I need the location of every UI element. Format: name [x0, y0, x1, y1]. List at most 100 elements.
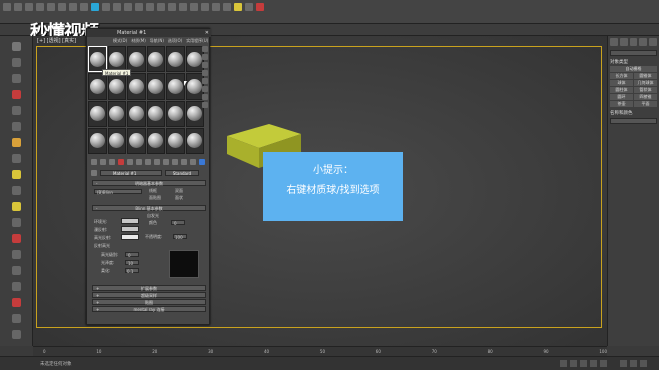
material-slot[interactable]	[107, 73, 126, 100]
pyramid-button[interactable]: 四棱锥	[634, 94, 657, 100]
shape-tool-icon[interactable]	[12, 74, 21, 83]
material-slot[interactable]	[146, 73, 165, 100]
shader-dropdown[interactable]: (B)Blinn	[94, 189, 142, 195]
region-select-icon[interactable]	[80, 3, 88, 11]
play-icon[interactable]	[580, 360, 587, 367]
tube-button[interactable]: 管状体	[634, 87, 657, 93]
sphere-button[interactable]: 球体	[610, 80, 633, 86]
redo-icon[interactable]	[14, 3, 22, 11]
soften-spinner[interactable]: 0.1	[125, 268, 139, 274]
glossiness-spinner[interactable]: 10	[125, 260, 139, 266]
create-tab-icon[interactable]	[610, 38, 618, 46]
render-tool-icon[interactable]	[12, 314, 21, 323]
select-by-material-icon[interactable]	[202, 102, 208, 108]
material-slot[interactable]	[107, 127, 126, 154]
material-slot[interactable]	[127, 100, 146, 127]
material-slot[interactable]	[88, 100, 107, 127]
video-check-icon[interactable]	[202, 78, 208, 84]
sample-type-icon[interactable]	[202, 46, 208, 52]
motion-tool-icon[interactable]	[12, 250, 21, 259]
percent-snap-icon[interactable]	[168, 3, 176, 11]
assign-material-icon[interactable]	[109, 159, 115, 165]
go-start-icon[interactable]	[560, 360, 567, 367]
faceted-checkbox[interactable]: 面状	[175, 195, 183, 201]
name-color-section[interactable]: 名称和颜色	[610, 110, 657, 116]
go-to-parent-icon[interactable]	[181, 159, 187, 165]
modify-tab-icon[interactable]	[619, 38, 628, 46]
auto-grid-checkbox[interactable]: 自动栅格	[610, 66, 657, 72]
prev-frame-icon[interactable]	[570, 360, 577, 367]
specular-color-swatch[interactable]	[121, 234, 139, 240]
wire-checkbox[interactable]: 线框	[149, 188, 157, 194]
reset-map-icon[interactable]	[118, 159, 124, 165]
material-editor-icon[interactable]	[234, 3, 242, 11]
pick-material-icon[interactable]	[91, 169, 97, 176]
specular-level-spinner[interactable]: 0	[125, 252, 139, 258]
material-id-icon[interactable]	[154, 159, 160, 165]
hierarchy-tab-icon[interactable]	[629, 38, 638, 46]
object-type-section[interactable]: 对象类型	[610, 59, 657, 65]
two-sided-checkbox[interactable]: 双面	[175, 188, 183, 194]
cylinder-button[interactable]: 圆柱体	[610, 87, 633, 93]
mental-ray-rollout[interactable]: + mental ray 连接	[92, 306, 206, 312]
display-tab-icon[interactable]	[649, 38, 657, 46]
record-tool-icon[interactable]	[12, 298, 21, 307]
light-tool-icon[interactable]	[12, 90, 21, 99]
render-setup-icon[interactable]	[245, 3, 253, 11]
go-end-icon[interactable]	[600, 360, 607, 367]
make-copy-icon[interactable]	[127, 159, 133, 165]
curve-editor-icon[interactable]	[212, 3, 220, 11]
unlink-icon[interactable]	[36, 3, 44, 11]
background-icon[interactable]	[202, 62, 208, 68]
make-unique-icon[interactable]	[136, 159, 142, 165]
object-category-dropdown[interactable]	[610, 50, 657, 56]
hierarchy-tool-icon[interactable]	[12, 234, 21, 243]
move-icon[interactable]	[91, 3, 99, 11]
menu-utilities[interactable]: 实用程序(U)	[186, 38, 208, 44]
sun-tool-icon[interactable]	[12, 170, 21, 179]
particle-tool-icon[interactable]	[12, 186, 21, 195]
menu-options[interactable]: 选项(O)	[168, 38, 182, 44]
pan-icon[interactable]	[630, 360, 637, 367]
face-map-checkbox[interactable]: 面贴图	[149, 195, 161, 201]
material-slot[interactable]	[88, 73, 107, 100]
layer-icon[interactable]	[201, 3, 209, 11]
material-type-button[interactable]: Standard	[165, 169, 199, 176]
self-illum-spinner[interactable]: 0	[171, 220, 185, 226]
close-icon[interactable]: ✕	[205, 30, 209, 36]
reference-coord-icon[interactable]	[124, 3, 132, 11]
scene-tool-icon[interactable]	[12, 330, 21, 339]
maps-rollout[interactable]: + 贴图	[92, 299, 206, 305]
material-slot[interactable]	[146, 127, 165, 154]
backlight-icon[interactable]	[202, 54, 208, 60]
pivot-icon[interactable]	[135, 3, 143, 11]
plane-button[interactable]: 平面	[634, 101, 657, 107]
select-tool-icon[interactable]	[12, 42, 21, 51]
mirror-icon[interactable]	[179, 3, 187, 11]
go-forward-icon[interactable]	[190, 159, 196, 165]
utility-tool-icon[interactable]	[12, 282, 21, 291]
options-icon[interactable]	[202, 94, 208, 100]
put-to-scene-icon[interactable]	[100, 159, 106, 165]
make-preview-icon[interactable]	[202, 86, 208, 92]
material-slot[interactable]	[166, 127, 185, 154]
material-map-navigator-icon[interactable]	[199, 159, 205, 165]
material-slot[interactable]	[127, 127, 146, 154]
ambient-color-swatch[interactable]	[121, 218, 139, 224]
supersampling-rollout[interactable]: + 超级采样	[92, 292, 206, 298]
show-map-icon[interactable]	[163, 159, 169, 165]
camera-tool-icon[interactable]	[12, 106, 21, 115]
daylight-tool-icon[interactable]	[12, 202, 21, 211]
material-slot[interactable]	[166, 46, 185, 73]
bind-icon[interactable]	[47, 3, 55, 11]
motion-tab-icon[interactable]	[639, 38, 648, 46]
snap-icon[interactable]	[146, 3, 154, 11]
material-slot[interactable]	[166, 100, 185, 127]
get-material-icon[interactable]	[91, 159, 97, 165]
material-slot[interactable]	[166, 73, 185, 100]
scale-icon[interactable]	[113, 3, 121, 11]
rotate-icon[interactable]	[102, 3, 110, 11]
object-name-field[interactable]	[610, 118, 657, 124]
modifier-tool-icon[interactable]	[12, 218, 21, 227]
zoom-icon[interactable]	[620, 360, 627, 367]
